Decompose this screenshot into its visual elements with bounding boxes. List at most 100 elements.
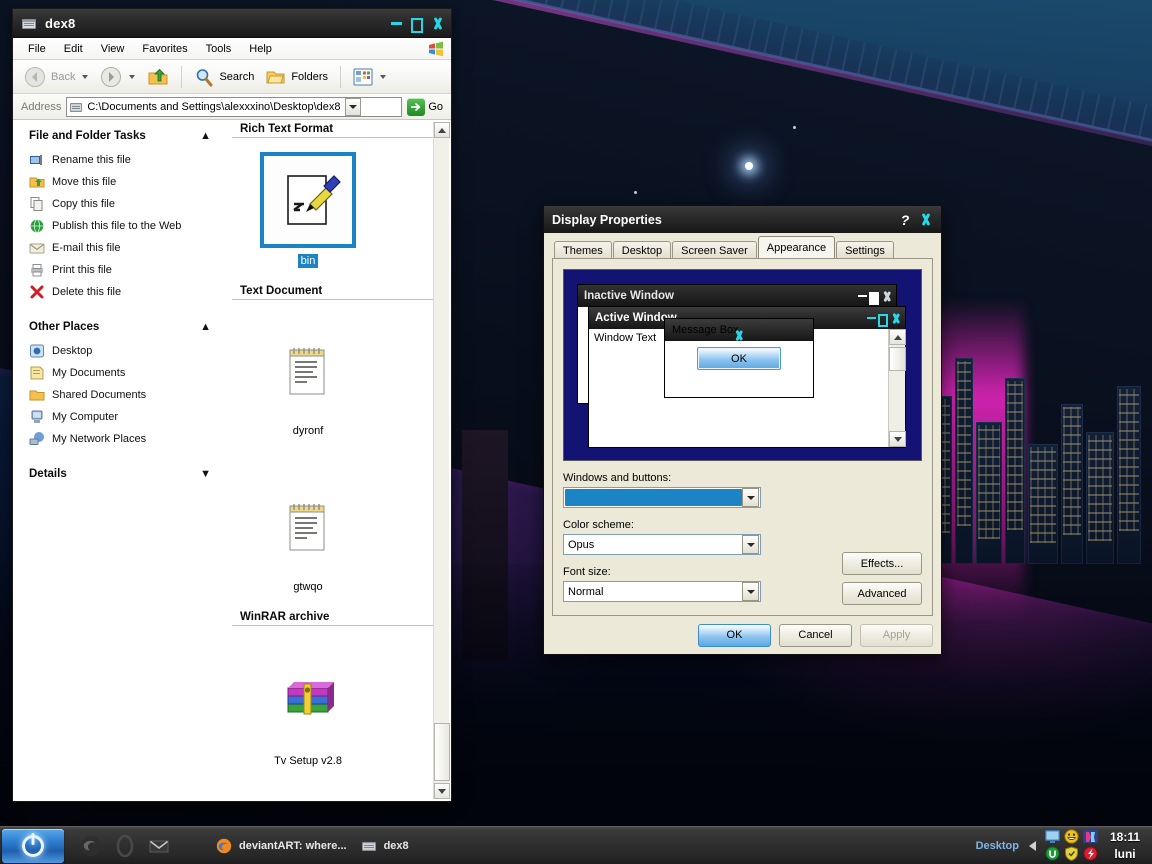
- apply-button[interactable]: Apply: [860, 623, 933, 647]
- task-button-dex8[interactable]: dex8: [361, 838, 409, 854]
- menu-item-help[interactable]: Help: [240, 41, 281, 57]
- windows-and-buttons-combo[interactable]: [563, 487, 761, 508]
- chevron-down-icon[interactable]: [742, 488, 759, 507]
- help-button[interactable]: ?: [896, 211, 914, 229]
- explorer-window[interactable]: dex8 File Edit View Favorites Tools Help…: [12, 8, 452, 802]
- taskbar[interactable]: deviantART: where... dex8 Desktop 18:11 …: [0, 826, 1152, 864]
- menu-item-favorites[interactable]: Favorites: [133, 41, 196, 57]
- collapse-chevron-icon[interactable]: ▲: [200, 130, 211, 142]
- preview-message-box-title-text: Message Box: [672, 324, 739, 336]
- chevron-down-icon[interactable]: [82, 74, 89, 79]
- chevron-down-icon[interactable]: [742, 582, 759, 601]
- maximize-icon[interactable]: [408, 14, 426, 33]
- minimize-icon[interactable]: [387, 14, 405, 32]
- font-size-combo[interactable]: Normal: [563, 581, 761, 602]
- task-publish-to-web[interactable]: Publish this file to the Web: [29, 215, 214, 237]
- file-item-dyronf[interactable]: dyronf: [256, 322, 360, 438]
- file-item-bin[interactable]: bin: [256, 152, 360, 268]
- dialog-title-bar[interactable]: Display Properties ?: [544, 206, 941, 233]
- scroll-down-button[interactable]: [434, 783, 450, 799]
- dialog-window-buttons[interactable]: ?: [896, 211, 935, 229]
- quick-launch-bar[interactable]: [80, 834, 170, 857]
- mail-icon[interactable]: [148, 835, 170, 857]
- explorer-title-bar[interactable]: dex8: [13, 9, 451, 38]
- close-icon[interactable]: [917, 211, 935, 229]
- place-shared-documents[interactable]: Shared Documents: [29, 384, 214, 406]
- menu-item-tools[interactable]: Tools: [197, 41, 241, 57]
- task-print-this-file[interactable]: Print this file: [29, 259, 214, 281]
- scrollbar-thumb[interactable]: [434, 723, 450, 781]
- smiley-icon[interactable]: [1063, 829, 1080, 844]
- views-button[interactable]: [348, 65, 391, 89]
- ok-button[interactable]: OK: [698, 623, 771, 647]
- media-icon[interactable]: [1082, 829, 1099, 844]
- explorer-menu-bar[interactable]: File Edit View Favorites Tools Help: [13, 38, 451, 60]
- file-item-tv-setup[interactable]: Tv Setup v2.8: [256, 652, 360, 768]
- up-one-level-button[interactable]: [142, 63, 174, 91]
- task-move-this-file[interactable]: Move this file: [29, 171, 214, 193]
- task-button-list[interactable]: deviantART: where... dex8: [216, 838, 409, 854]
- display-properties-dialog[interactable]: Display Properties ? Themes Desktop Scre…: [543, 205, 942, 655]
- file-item-gtwqo[interactable]: gtwqo: [256, 478, 360, 594]
- effects-button[interactable]: Effects...: [842, 552, 922, 575]
- address-dropdown-button[interactable]: [344, 97, 361, 116]
- scroll-up-button[interactable]: [434, 122, 450, 138]
- file-list-scrollbar[interactable]: [433, 122, 450, 799]
- text-document-icon: [289, 348, 325, 395]
- task-rename-this-file[interactable]: Rename this file: [29, 149, 214, 171]
- task-group-header[interactable]: File and Folder Tasks ▲: [29, 130, 214, 142]
- go-button[interactable]: Go: [407, 97, 447, 116]
- search-button[interactable]: Search: [189, 64, 259, 90]
- advanced-button[interactable]: Advanced: [842, 582, 922, 605]
- task-group-title: Details: [29, 468, 67, 480]
- taskbar-clock[interactable]: 18:11 luni: [1110, 829, 1148, 863]
- task-email-this-file[interactable]: E-mail this file: [29, 237, 214, 259]
- task-copy-this-file[interactable]: Copy this file: [29, 193, 214, 215]
- explorer-toolbar[interactable]: Back Search Folders: [13, 60, 451, 94]
- antivirus-icon[interactable]: [1082, 846, 1099, 861]
- monitor-icon[interactable]: [1044, 829, 1061, 844]
- place-my-computer[interactable]: My Computer: [29, 406, 214, 428]
- appearance-preview[interactable]: Inactive Window Active Window Window Tex…: [563, 269, 922, 461]
- chevron-down-icon[interactable]: [742, 535, 759, 554]
- menu-item-edit[interactable]: Edit: [55, 41, 92, 57]
- cancel-button[interactable]: Cancel: [779, 623, 852, 647]
- place-desktop[interactable]: Desktop: [29, 340, 214, 362]
- forward-button[interactable]: [95, 63, 140, 91]
- close-icon[interactable]: [429, 14, 447, 32]
- task-button-deviantart[interactable]: deviantART: where...: [216, 838, 347, 854]
- preview-inactive-title-bar: Inactive Window: [578, 285, 896, 307]
- dialog-tab-strip[interactable]: Themes Desktop Screen Saver Appearance S…: [544, 233, 941, 260]
- file-list[interactable]: Rich Text Format bin Text Document dyron…: [222, 120, 451, 801]
- address-input[interactable]: C:\Documents and Settings\alexxxino\Desk…: [66, 96, 403, 117]
- chevron-down-icon[interactable]: [129, 74, 136, 79]
- desktop-icon: [29, 343, 45, 359]
- task-group-header[interactable]: Details ▼: [29, 468, 214, 480]
- tray-icon-group[interactable]: [1044, 829, 1100, 862]
- task-group-header[interactable]: Other Places ▲: [29, 321, 214, 333]
- place-label: Desktop: [52, 345, 93, 357]
- explorer-window-buttons[interactable]: [387, 14, 447, 33]
- opera-icon[interactable]: [114, 834, 136, 857]
- expand-chevron-icon[interactable]: ▼: [200, 468, 211, 480]
- place-my-documents[interactable]: My Documents: [29, 362, 214, 384]
- firefox-icon[interactable]: [80, 835, 102, 857]
- show-desktop-button[interactable]: Desktop: [976, 840, 1019, 852]
- system-tray[interactable]: Desktop 18:11 luni: [976, 827, 1152, 864]
- tab-appearance[interactable]: Appearance: [757, 236, 836, 258]
- folders-button[interactable]: Folders: [261, 64, 333, 90]
- menu-item-file[interactable]: File: [19, 41, 55, 57]
- color-scheme-combo[interactable]: Opus: [563, 534, 761, 555]
- chevron-down-icon[interactable]: [380, 74, 387, 79]
- file-name: bin: [297, 254, 319, 268]
- utorrent-icon[interactable]: [1044, 846, 1061, 861]
- address-bar[interactable]: Address C:\Documents and Settings\alexxx…: [13, 94, 451, 120]
- tray-expand-arrow-icon[interactable]: [1028, 840, 1036, 851]
- start-button[interactable]: [2, 828, 64, 863]
- shield-icon[interactable]: [1063, 846, 1080, 862]
- place-my-network-places[interactable]: My Network Places: [29, 428, 214, 450]
- collapse-chevron-icon[interactable]: ▲: [200, 321, 211, 333]
- back-button[interactable]: Back: [19, 63, 93, 91]
- menu-item-view[interactable]: View: [92, 41, 134, 57]
- task-delete-this-file[interactable]: Delete this file: [29, 281, 214, 303]
